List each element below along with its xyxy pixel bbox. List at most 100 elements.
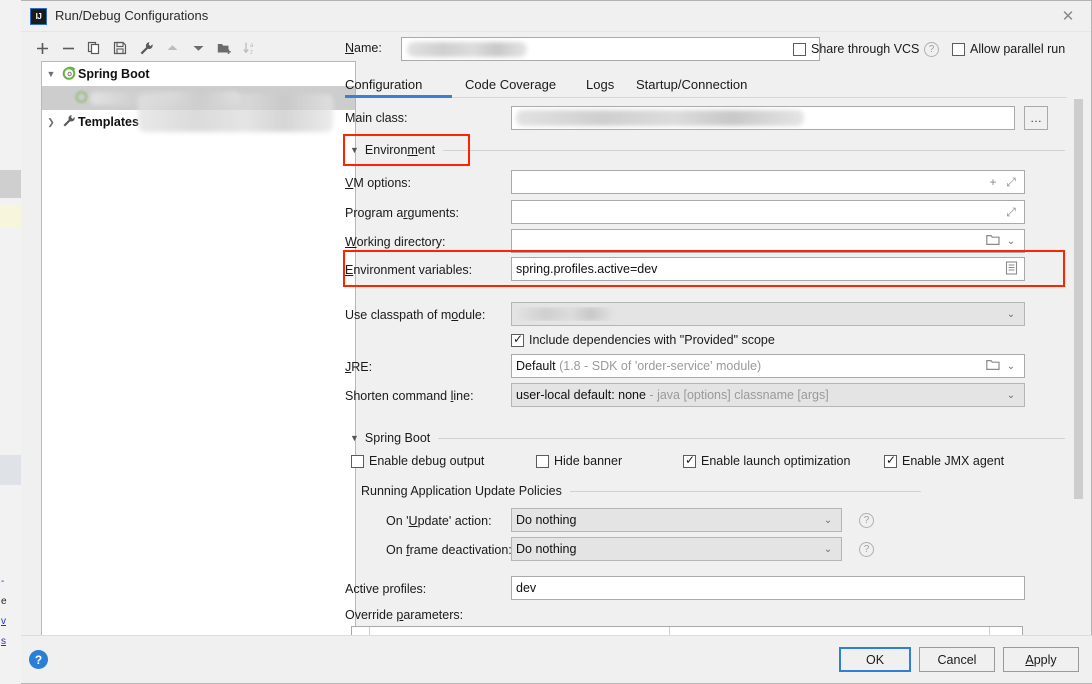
chevron-down-icon[interactable]: ⌄	[819, 515, 837, 526]
move-down-button[interactable]	[187, 35, 209, 61]
tree-node-label: Spring Boot	[78, 67, 150, 81]
shorten-command-line-row: Shorten command line:	[345, 389, 474, 403]
share-vcs-help-icon[interactable]: ?	[924, 42, 939, 57]
update-policies-section-header: Running Application Update Policies	[361, 484, 921, 498]
close-icon[interactable]: ✕	[1045, 1, 1091, 31]
run-debug-configurations-dialog: IJ Run/Debug Configurations ✕ a z ▼ Spri…	[21, 0, 1092, 684]
tree-node-spring-boot[interactable]: ▼ Spring Boot	[42, 62, 355, 86]
active-profiles-input[interactable]: dev	[511, 576, 1025, 600]
chevron-down-icon[interactable]: ⌄	[1002, 390, 1020, 401]
chevron-down-icon[interactable]: ▼	[350, 145, 359, 155]
on-update-action-label: On 'Update' action:	[386, 514, 492, 528]
jre-value-hint: (1.8 - SDK of 'order-service' module)	[559, 359, 762, 373]
on-update-action-row: On 'Update' action:	[386, 514, 492, 528]
enable-launch-optimization-checkbox[interactable]: Enable launch optimization	[683, 453, 851, 468]
shorten-command-line-combobox[interactable]: user-local default: none - java [options…	[511, 383, 1025, 407]
share-through-vcs-checkbox[interactable]: Share through VCS	[793, 42, 919, 56]
shorten-value-main: user-local default: none	[516, 388, 646, 402]
apply-button[interactable]: Apply	[1003, 647, 1079, 672]
ok-button[interactable]: OK	[839, 647, 911, 672]
checkbox-box	[511, 332, 524, 347]
form-scrollbar-thumb[interactable]	[1074, 99, 1083, 499]
chevron-right-icon[interactable]: ❯	[42, 117, 60, 128]
bg-text-mark: e	[1, 596, 7, 607]
main-class-input[interactable]	[511, 106, 1015, 130]
jre-combobox[interactable]: Default (1.8 - SDK of 'order-service' mo…	[511, 354, 1025, 378]
program-arguments-input[interactable]: ⤢	[511, 200, 1025, 224]
on-frame-deactivation-combobox[interactable]: Do nothing ⌄	[511, 537, 842, 561]
expand-icon[interactable]: ⤢	[1002, 205, 1020, 220]
checkbox-box	[793, 42, 806, 56]
allow-parallel-run-label: Allow parallel run	[970, 42, 1066, 56]
environment-section-header[interactable]: ▼ Environment	[350, 143, 1065, 157]
list-editor-icon[interactable]	[1002, 260, 1020, 278]
create-folder-button[interactable]	[213, 35, 235, 61]
section-divider-line	[438, 437, 1065, 439]
chevron-down-icon[interactable]: ▼	[42, 69, 60, 79]
on-frame-deactivation-help-icon[interactable]: ?	[859, 542, 874, 557]
include-provided-scope-checkbox[interactable]: Include dependencies with "Provided" sco…	[511, 332, 775, 347]
bg-text-mark: -	[1, 576, 5, 587]
help-icon[interactable]: ?	[29, 650, 48, 669]
on-update-action-combobox[interactable]: Do nothing ⌄	[511, 508, 842, 532]
working-directory-input[interactable]: ⌄	[511, 229, 1025, 253]
tab-startup-connection[interactable]: Startup/Connection	[636, 71, 747, 97]
intellij-logo-icon: IJ	[30, 8, 47, 25]
expand-icon[interactable]: ⤢	[1002, 175, 1020, 190]
chevron-down-icon[interactable]: ▼	[350, 433, 359, 443]
checkbox-box	[351, 454, 364, 468]
chevron-down-icon[interactable]: ⌄	[1002, 236, 1020, 247]
tab-code-coverage[interactable]: Code Coverage	[465, 71, 556, 97]
tab-logs[interactable]: Logs	[586, 71, 614, 97]
enable-debug-output-checkbox[interactable]: Enable debug output	[351, 454, 484, 468]
chevron-down-icon[interactable]: ⌄	[1002, 309, 1020, 320]
active-profiles-value: dev	[516, 581, 537, 595]
move-up-button[interactable]	[161, 35, 183, 61]
svg-text:a: a	[250, 43, 254, 49]
override-parameters-label: Override parameters:	[345, 608, 464, 622]
main-class-browse-button[interactable]: …	[1024, 106, 1048, 130]
tree-node-label: Templates	[78, 115, 139, 129]
enable-jmx-agent-label: Enable JMX agent	[902, 454, 1005, 468]
dialog-footer: ? OK Cancel Apply	[21, 635, 1092, 683]
enable-debug-output-label: Enable debug output	[369, 454, 485, 468]
chevron-down-icon[interactable]: ⌄	[819, 544, 837, 555]
on-frame-deactivation-label: On frame deactivation:	[386, 543, 512, 557]
jre-value: Default (1.8 - SDK of 'order-service' mo…	[516, 359, 984, 373]
use-classpath-combobox[interactable]: ⌄	[511, 302, 1025, 326]
tab-configuration[interactable]: Configuration	[345, 71, 422, 97]
vm-options-input[interactable]: + ⤢	[511, 170, 1025, 194]
shorten-command-line-label: Shorten command line:	[345, 389, 474, 403]
use-classpath-value	[516, 307, 1002, 322]
spring-boot-section-header[interactable]: ▼ Spring Boot	[350, 431, 1065, 445]
redacted-name-value	[407, 42, 527, 57]
save-configuration-button[interactable]	[109, 35, 131, 61]
folder-icon[interactable]	[984, 234, 1002, 249]
spring-boot-icon	[72, 90, 90, 106]
folder-icon[interactable]	[984, 359, 1002, 374]
edit-templates-button[interactable]	[135, 35, 157, 61]
allow-parallel-run-checkbox[interactable]: Allow parallel run	[952, 42, 1065, 56]
environment-variables-input[interactable]: spring.profiles.active=dev	[511, 257, 1025, 281]
apply-label: Apply	[1025, 652, 1057, 667]
form-scrollbar[interactable]	[1073, 99, 1084, 629]
chevron-down-icon[interactable]: ⌄	[1002, 361, 1020, 372]
working-directory-row: Working directory:	[345, 235, 446, 249]
checkbox-box	[683, 453, 696, 468]
remove-configuration-button[interactable]	[57, 35, 79, 61]
add-configuration-button[interactable]	[31, 35, 53, 61]
hide-banner-checkbox[interactable]: Hide banner	[536, 454, 622, 468]
on-update-action-value: Do nothing	[516, 513, 577, 527]
background-ide-sliver: - e v s	[0, 0, 22, 684]
name-input[interactable]	[401, 37, 820, 61]
configurations-tree[interactable]: ▼ Spring Boot ❯ Templates	[41, 61, 356, 638]
cancel-button[interactable]: Cancel	[919, 647, 995, 672]
copy-configuration-button[interactable]	[83, 35, 105, 61]
sort-configurations-button[interactable]: a z	[239, 35, 261, 61]
enable-launch-optimization-label: Enable launch optimization	[701, 454, 851, 468]
enable-jmx-agent-checkbox[interactable]: Enable JMX agent	[884, 453, 1005, 468]
on-update-action-help-icon[interactable]: ?	[859, 513, 874, 528]
redacted-module-value	[516, 307, 616, 322]
environment-variables-label: Environment variables:	[345, 263, 473, 277]
plus-icon[interactable]: +	[984, 175, 1002, 189]
